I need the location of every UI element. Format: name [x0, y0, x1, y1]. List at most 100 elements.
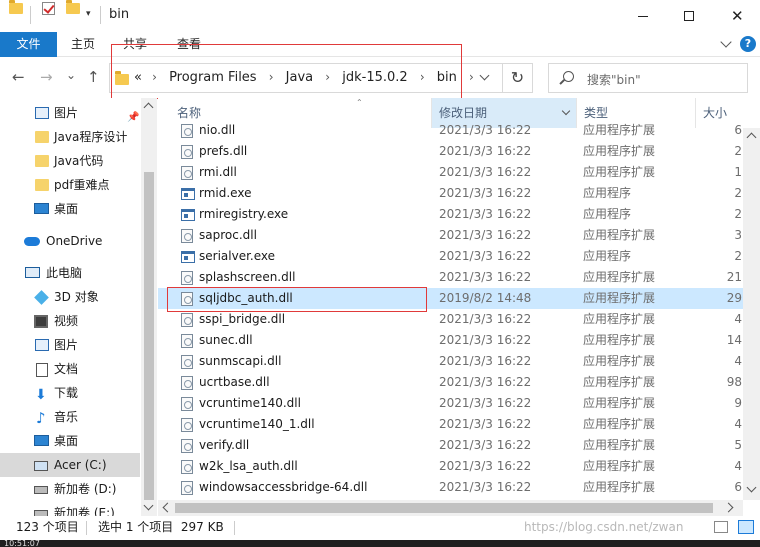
divider — [86, 521, 87, 535]
folder-icon — [9, 0, 23, 14]
table-row[interactable]: w2k_lsa_auth.dll 2021/3/3 16:22 应用程序扩展 4 — [158, 456, 760, 477]
sidebar-item-this-pc[interactable]: 此电脑 — [0, 261, 140, 285]
scroll-left-icon[interactable] — [162, 502, 173, 513]
scroll-up-icon[interactable] — [143, 102, 154, 113]
sidebar-item-videos[interactable]: 视频 — [0, 309, 140, 333]
sidebar-item-drive-d[interactable]: 新加卷 (D:) — [0, 477, 140, 501]
dll-file-icon — [181, 418, 193, 432]
address-bar[interactable]: « › Program Files › Java › jdk-15.0.2 › … — [109, 63, 503, 93]
scroll-down-icon[interactable] — [746, 482, 757, 493]
sidebar-item-pictures[interactable]: 图片 📌 — [0, 101, 140, 125]
sidebar-item-desktop[interactable]: 桌面 — [0, 197, 140, 221]
maximize-button[interactable] — [666, 0, 712, 32]
table-row[interactable]: prefs.dll 2021/3/3 16:22 应用程序扩展 2 — [158, 141, 760, 162]
scroll-right-icon[interactable] — [723, 502, 734, 513]
tab-file[interactable]: 文件 — [0, 32, 57, 57]
file-type: 应用程序扩展 — [583, 291, 656, 305]
minimize-button[interactable] — [620, 0, 666, 32]
scroll-down-icon[interactable] — [143, 500, 154, 511]
file-size: 14 — [726, 333, 742, 347]
table-row[interactable]: nio.dll 2021/3/3 16:22 应用程序扩展 6 — [158, 120, 760, 141]
sidebar-item-documents[interactable]: 文档 — [0, 357, 140, 381]
tab-share[interactable]: 共享 — [123, 32, 147, 57]
3d-objects-icon — [34, 290, 49, 305]
recent-locations-icon[interactable]: ⌄ — [66, 66, 76, 84]
title-bar: ▾ bin ✕ — [0, 0, 760, 32]
table-row[interactable]: rmid.exe 2021/3/3 16:22 应用程序 2 — [158, 183, 760, 204]
sidebar-item-pictures[interactable]: 图片 — [0, 333, 140, 357]
breadcrumb-item[interactable]: bin — [437, 70, 457, 85]
navigation-pane: 图片 📌 Java程序设计 Java代码 pdf重难点 桌面 OneDrive … — [0, 98, 157, 516]
sidebar-item-music[interactable]: 音乐 — [0, 405, 140, 430]
search-placeholder: 搜索"bin" — [587, 73, 641, 87]
table-row[interactable]: verify.dll 2021/3/3 16:22 应用程序扩展 5 — [158, 435, 760, 456]
table-row[interactable]: sunec.dll 2021/3/3 16:22 应用程序扩展 14 — [158, 330, 760, 351]
tab-home[interactable]: 主页 — [71, 32, 95, 57]
sidebar-item-java-course[interactable]: Java程序设计 — [0, 125, 140, 149]
file-name: verify.dll — [199, 438, 250, 452]
table-row[interactable]: saproc.dll 2021/3/3 16:22 应用程序扩展 3 — [158, 225, 760, 246]
scrollbar-thumb[interactable] — [175, 503, 713, 513]
column-date-label: 修改日期 — [439, 106, 488, 120]
scrollbar-thumb[interactable] — [144, 172, 154, 500]
file-date: 2021/3/3 16:22 — [439, 228, 532, 242]
table-row[interactable]: rmi.dll 2021/3/3 16:22 应用程序扩展 1 — [158, 162, 760, 183]
sidebar-item-pdf[interactable]: pdf重难点 — [0, 173, 140, 197]
expand-ribbon-icon[interactable] — [720, 36, 732, 48]
file-size: 2 — [734, 186, 742, 200]
sidebar-scrollbar[interactable] — [141, 98, 157, 516]
up-icon[interactable]: ↑ — [87, 68, 100, 86]
customize-quick-access-icon[interactable]: ▾ — [86, 9, 91, 25]
item-count: 123 个项目 — [16, 520, 79, 534]
tab-view[interactable]: 查看 — [177, 32, 201, 57]
refresh-button[interactable]: ↻ — [503, 63, 533, 93]
breadcrumb-item[interactable]: Program Files — [169, 70, 257, 85]
file-date: 2021/3/3 16:22 — [439, 186, 532, 200]
sidebar-item-onedrive[interactable]: OneDrive — [0, 229, 140, 253]
table-row[interactable]: vcruntime140.dll 2021/3/3 16:22 应用程序扩展 9 — [158, 393, 760, 414]
file-type: 应用程序扩展 — [583, 165, 656, 179]
dll-file-icon — [181, 229, 193, 243]
new-folder-icon[interactable] — [66, 0, 80, 14]
breadcrumb-overflow[interactable]: « — [134, 70, 142, 85]
file-size: 3 — [734, 228, 742, 242]
table-row[interactable]: rmiregistry.exe 2021/3/3 16:22 应用程序 2 — [158, 204, 760, 225]
table-row[interactable]: sspi_bridge.dll 2021/3/3 16:22 应用程序扩展 4 — [158, 309, 760, 330]
table-row[interactable]: splashscreen.dll 2021/3/3 16:22 应用程序扩展 2… — [158, 267, 760, 288]
forward-icon[interactable]: → — [40, 68, 53, 86]
table-row[interactable]: windowsaccessbridge-64.dll 2021/3/3 16:2… — [158, 477, 760, 498]
sidebar-item-label: Java代码 — [54, 154, 104, 168]
back-icon[interactable]: ← — [12, 68, 25, 86]
file-list-scrollbar[interactable] — [743, 128, 760, 500]
sidebar-item-label: 新加卷 (D:) — [54, 482, 117, 496]
file-name: rmiregistry.exe — [199, 207, 289, 221]
sidebar-item-downloads[interactable]: 下载 — [0, 381, 140, 407]
horizontal-scrollbar[interactable] — [158, 500, 743, 516]
breadcrumb-item[interactable]: jdk-15.0.2 — [342, 70, 407, 85]
sidebar-item-drive-c[interactable]: Acer (C:) — [0, 453, 140, 477]
sidebar-item-3d-objects[interactable]: 3D 对象 — [0, 285, 140, 309]
table-row-selected[interactable]: sqljdbc_auth.dll 2019/8/2 14:48 应用程序扩展 2… — [158, 288, 760, 309]
close-button[interactable]: ✕ — [714, 0, 760, 32]
divider — [30, 6, 31, 24]
details-view-icon[interactable] — [714, 521, 728, 533]
help-icon[interactable]: ? — [740, 36, 756, 52]
music-icon — [35, 406, 47, 430]
properties-icon[interactable] — [42, 2, 55, 15]
table-row[interactable]: vcruntime140_1.dll 2021/3/3 16:22 应用程序扩展… — [158, 414, 760, 435]
table-row[interactable]: ucrtbase.dll 2021/3/3 16:22 应用程序扩展 98 — [158, 372, 760, 393]
table-row[interactable]: sunmscapi.dll 2021/3/3 16:22 应用程序扩展 4 — [158, 351, 760, 372]
scroll-up-icon[interactable] — [746, 132, 757, 143]
sidebar-item-java-code[interactable]: Java代码 — [0, 149, 140, 173]
sidebar-item-desktop[interactable]: 桌面 — [0, 429, 140, 453]
breadcrumb-item[interactable]: Java — [286, 70, 313, 85]
chevron-down-icon[interactable] — [561, 106, 571, 116]
sidebar-item-drive-e[interactable]: 新加卷 (E:) — [0, 501, 140, 516]
search-input[interactable]: 搜索"bin" — [548, 63, 748, 93]
dll-file-icon — [181, 397, 193, 411]
selection-info: 选中 1 个项目 297 KB — [98, 520, 224, 534]
file-date: 2021/3/3 16:22 — [439, 165, 532, 179]
large-icons-view-icon[interactable] — [738, 520, 754, 534]
maximize-icon — [684, 11, 694, 21]
table-row[interactable]: serialver.exe 2021/3/3 16:22 应用程序 2 — [158, 246, 760, 267]
